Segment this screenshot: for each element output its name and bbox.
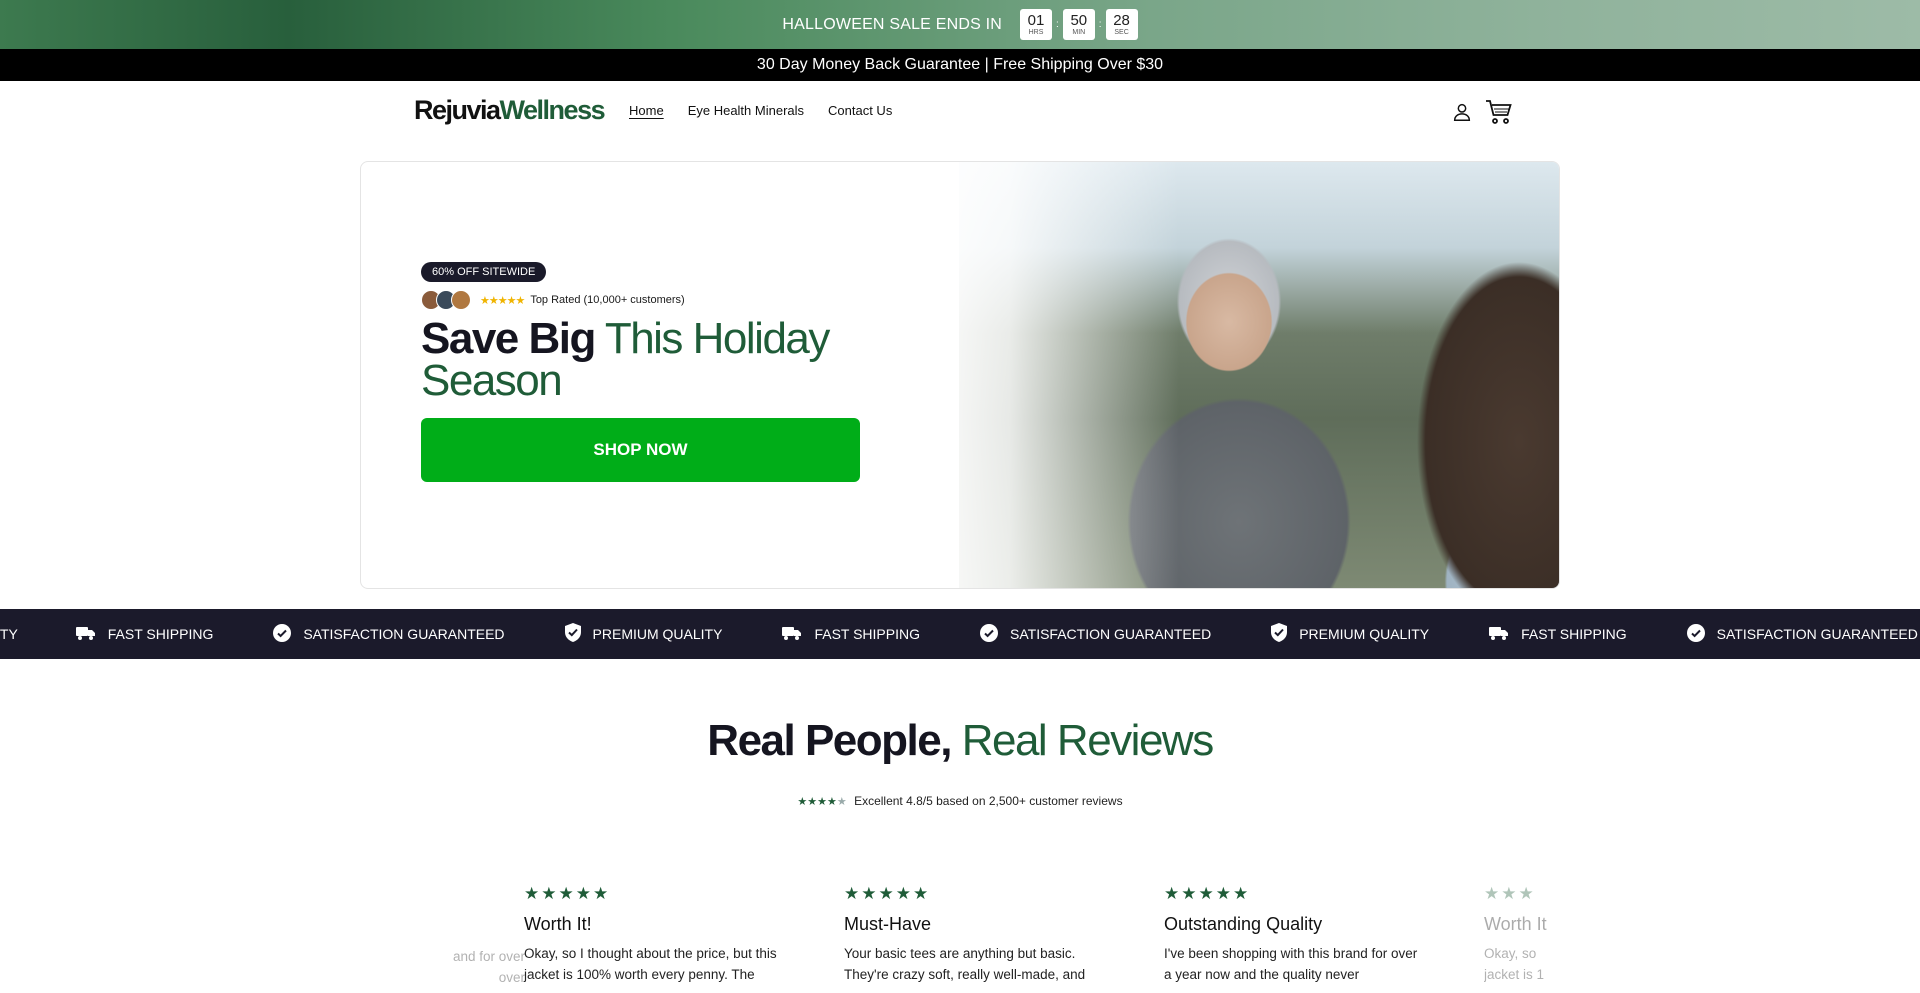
truck-icon [1489, 625, 1509, 644]
marquee-label: FAST SHIPPING [814, 626, 920, 642]
reviews-summary: ★★★★★ Excellent 4.8/5 based on 2,500+ cu… [797, 794, 1123, 808]
review-title: Must-Have [844, 914, 932, 934]
rating-stars: ★★★★★ [480, 294, 525, 307]
discount-badge: 60% OFF SITEWIDE [421, 262, 547, 282]
marquee-label: SATISFACTION GUARANTEED [1010, 626, 1212, 642]
customer-avatars [421, 290, 471, 310]
review-stars: ★★★★★ [1164, 884, 1251, 903]
rating-row: ★★★★★ Top Rated (10,000+ customers) [421, 290, 981, 310]
marquee-label: PREMIUM QUALITY [1299, 626, 1430, 642]
truck-icon [75, 625, 96, 644]
review-body: Okay, so jacket is 1 [1484, 946, 1545, 982]
review-card: ★★★★★ Must-Have Your basic tees are anyt… [844, 884, 1104, 985]
main-nav: Home Eye Health Minerals Contact Us [629, 103, 892, 118]
summary-stars: ★★★★★ [797, 796, 847, 808]
marquee-item: SATISFACTION GUARANTEED [980, 623, 1212, 645]
marquee-item: PREMIUM QUALITY [1271, 623, 1429, 645]
review-body: Okay, so I thought about the price, but … [524, 946, 777, 982]
marquee-item: PREMIUM QUALITY [564, 623, 723, 645]
announcement-bar: 30 Day Money Back Guarantee | Free Shipp… [0, 49, 1920, 81]
marquee-item: SATISFACTION GUARANTEED [1686, 623, 1918, 645]
check-circle-icon [1686, 623, 1705, 645]
marquee-label: FAST SHIPPING [1521, 626, 1627, 642]
account-icon[interactable] [1451, 101, 1473, 128]
nav-home[interactable]: Home [629, 103, 664, 118]
review-stars: ★★★★★ [844, 884, 931, 903]
review-card: and for over over [265, 884, 525, 988]
cart-icon[interactable] [1485, 99, 1513, 130]
shop-now-button[interactable]: SHOP NOW [421, 418, 860, 482]
site-header: RejuviaWellness Home Eye Health Minerals… [0, 81, 1920, 141]
review-stars: ★★★★★ [524, 884, 611, 903]
review-card: ★★★ Worth It Okay, so jacket is 1 [1484, 884, 1584, 985]
marquee-label: FAST SHIPPING [107, 626, 214, 642]
countdown-timer: 01 HRS : 50 MIN : 28 SEC [1020, 9, 1138, 40]
check-circle-icon [980, 623, 998, 645]
rating-text: Top Rated (10,000+ customers) [530, 294, 685, 306]
marquee-item: FAST SHIPPING [1489, 625, 1627, 644]
review-stars: ★★★ [1484, 884, 1536, 903]
benefits-marquee: ITY FAST SHIPPING SATISFACTION GUARANTEED… [0, 609, 1920, 659]
review-card: ★★★★★ Outstanding Quality I've been shop… [1164, 884, 1424, 985]
countdown-seconds: 28 SEC [1105, 9, 1138, 40]
hero-title: Save Big This Holiday Season [421, 314, 830, 405]
review-title: Worth It [1484, 914, 1547, 934]
hero-content: 60% OFF SITEWIDE ★★★★★ Top Rated (10,000… [421, 262, 981, 482]
reviews-title: Real People, Real Reviews [707, 716, 1214, 765]
nav-eye-health-minerals[interactable]: Eye Health Minerals [688, 103, 804, 118]
truck-icon [782, 625, 802, 644]
review-body: and for over over [452, 949, 525, 985]
shield-check-icon [564, 623, 581, 645]
marquee-item: FAST SHIPPING [75, 625, 214, 644]
review-title: Worth It! [524, 914, 592, 934]
avatar [451, 290, 471, 310]
review-title: Outstanding Quality [1164, 914, 1323, 934]
review-card: ★★★★★ Worth It! Okay, so I thought about… [524, 884, 784, 985]
hero-banner: 60% OFF SITEWIDE ★★★★★ Top Rated (10,000… [360, 161, 1560, 589]
countdown-minutes: 50 MIN [1062, 9, 1095, 40]
countdown-hours: 01 HRS [1020, 9, 1052, 40]
marquee-label: PREMIUM QUALITY [592, 626, 723, 642]
sale-ends-text: HALLOWEEN SALE ENDS IN [782, 15, 1002, 33]
marquee-item: FAST SHIPPING [782, 625, 920, 644]
review-body: Your basic tees are anything but basic. … [844, 946, 1086, 982]
check-circle-icon [273, 623, 292, 645]
marquee-partial-item: ITY [0, 626, 18, 642]
site-logo[interactable]: RejuviaWellness [414, 95, 606, 126]
marquee-item: SATISFACTION GUARANTEED [273, 623, 505, 645]
review-body: I've been shopping with this brand for o… [1164, 946, 1418, 982]
countdown-bar: HALLOWEEN SALE ENDS IN 01 HRS : 50 MIN :… [0, 0, 1920, 49]
shield-check-icon [1271, 623, 1288, 645]
marquee-label: SATISFACTION GUARANTEED [303, 626, 505, 642]
nav-contact-us[interactable]: Contact Us [828, 103, 892, 118]
header-icons [1451, 99, 1513, 130]
marquee-label: SATISFACTION GUARANTEED [1716, 626, 1918, 642]
